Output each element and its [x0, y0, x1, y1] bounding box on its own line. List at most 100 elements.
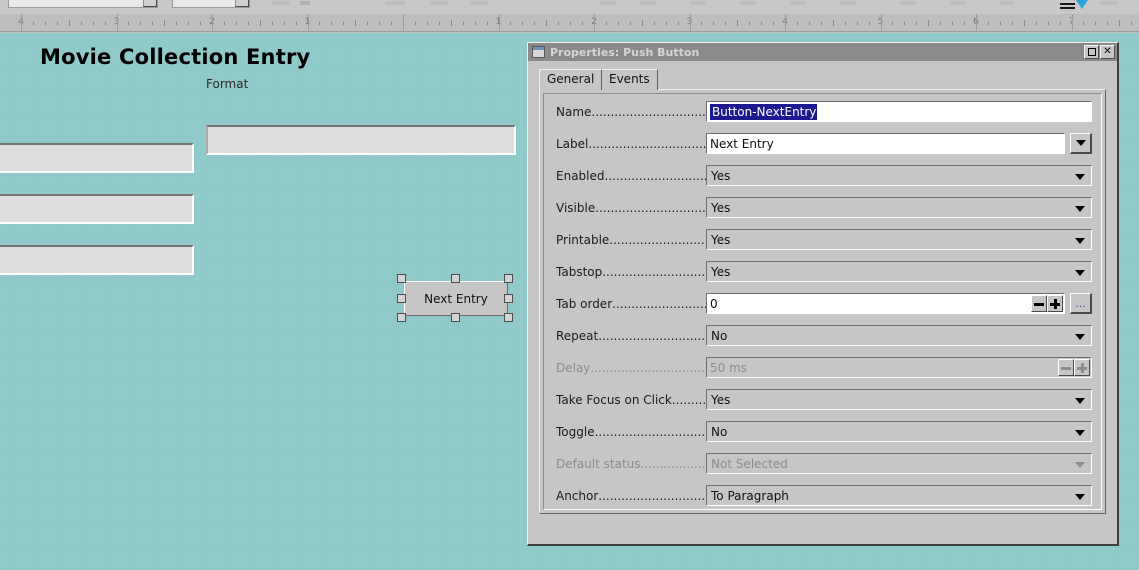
ruler-tick [56, 22, 58, 25]
spinner-increment-button[interactable] [1047, 295, 1063, 312]
toolbar-icon-ghost[interactable] [385, 1, 405, 5]
ruler-tick [414, 22, 416, 25]
chevron-down-icon[interactable] [1075, 397, 1085, 404]
field-left-3[interactable] [0, 245, 194, 275]
toolbar-icon-ghost[interactable] [900, 1, 916, 5]
property-input-label[interactable]: Next Entry [706, 133, 1065, 154]
ruler-tick [940, 22, 942, 25]
property-label-leader: .............................. [609, 232, 706, 247]
property-field-cell: Button-NextEntry [706, 101, 1092, 122]
ruler-tick [200, 22, 202, 25]
chevron-down-icon[interactable] [1075, 429, 1085, 436]
toolbar-icon-ghost[interactable] [300, 1, 310, 5]
ruler-tick [713, 22, 715, 25]
screen: 43211234567 Movie Collection Entry Forma… [0, 0, 1139, 570]
property-input-repeat[interactable]: No [706, 325, 1092, 346]
property-input-tab-order[interactable]: 0 [706, 293, 1065, 314]
ruler-tick [379, 22, 381, 25]
toolbar-icon-ghost[interactable] [272, 1, 290, 5]
label-dropdown-button[interactable] [1070, 133, 1092, 154]
property-field-cell: Yes [706, 261, 1092, 282]
push-button-next-entry[interactable]: Next Entry [404, 281, 508, 316]
ruler-tick [235, 22, 237, 25]
chevron-down-icon[interactable] [1075, 269, 1085, 276]
property-row-default-status: Default status.....................Not S… [556, 453, 1092, 474]
close-button[interactable]: ✕ [1100, 45, 1115, 59]
chevron-down-icon[interactable] [1075, 333, 1085, 340]
field-left-2[interactable] [0, 194, 194, 224]
field-left-1[interactable] [0, 143, 194, 173]
chevron-down-icon [1075, 140, 1086, 146]
property-field-cell: Not Selected [706, 453, 1092, 474]
resize-handle-n[interactable] [451, 274, 460, 283]
horizontal-ruler[interactable]: 43211234567 [0, 14, 1139, 32]
resize-handle-se[interactable] [504, 313, 513, 322]
chevron-down-icon[interactable] [1075, 493, 1085, 500]
property-label-text: Tabstop [556, 264, 603, 279]
property-input-toggle[interactable]: No [706, 421, 1092, 442]
toolbar-icon-ghost[interactable] [1000, 1, 1014, 5]
property-input-visible[interactable]: Yes [706, 197, 1092, 218]
chevron-down-icon[interactable] [1075, 205, 1085, 212]
resize-handle-sw[interactable] [397, 313, 406, 322]
toolbar-icon-ghost[interactable] [470, 1, 488, 5]
dialog-titlebar[interactable]: Properties: Push Button ✕ [528, 43, 1117, 61]
toolbar-icon-ghost[interactable] [640, 1, 656, 5]
property-label-text: Label [556, 136, 589, 151]
resize-handle-s[interactable] [451, 313, 460, 322]
property-row-tabstop: Tabstop...............................Ye… [556, 261, 1092, 282]
ruler-tick [796, 22, 798, 25]
ruler-tick [319, 22, 321, 25]
field-format[interactable] [206, 125, 516, 155]
toolbar-icon-ghost[interactable] [740, 1, 756, 5]
ruler-tick [486, 22, 488, 25]
resize-handle-nw[interactable] [397, 274, 406, 283]
property-row-toggle: Toggle.................................N… [556, 421, 1092, 442]
maximize-button[interactable] [1084, 45, 1099, 59]
toolbar-icon-ghost[interactable] [430, 1, 448, 5]
ruler-tick [832, 20, 834, 26]
property-input-enabled[interactable]: Yes [706, 165, 1092, 186]
tab-events[interactable]: Events [601, 69, 658, 90]
property-input-printable[interactable]: Yes [706, 229, 1092, 250]
property-label-text: Toggle [556, 424, 595, 439]
toolbar-icon-ghost[interactable] [690, 1, 706, 5]
ruler-tick [355, 20, 357, 26]
property-label-enabled: Enabled............................... [556, 169, 706, 183]
ruler-tick [653, 22, 655, 25]
ruler-tick [32, 22, 34, 25]
ruler-tick [892, 22, 894, 25]
toolbar-font-combo[interactable] [172, 0, 250, 8]
resize-handle-ne[interactable] [504, 274, 513, 283]
resize-handle-e[interactable] [504, 294, 513, 303]
ruler-tick [534, 22, 536, 25]
chevron-down-icon[interactable] [1075, 173, 1085, 180]
property-field-cell: To Paragraph [706, 485, 1092, 506]
property-input-tabstop[interactable]: Yes [706, 261, 1092, 282]
spinner-decrement-button[interactable] [1031, 295, 1047, 312]
property-field-cell: No [706, 421, 1092, 442]
ruler-tick [665, 22, 667, 25]
property-label-leader: ................................ [598, 488, 706, 503]
toolbar-icon-ghost[interactable] [790, 1, 806, 5]
property-label-leader: ................................. [594, 424, 706, 439]
property-input-anchor[interactable]: To Paragraph [706, 485, 1092, 506]
property-input-take-focus-on-click[interactable]: Yes [706, 389, 1092, 410]
toolbar-icon-ghost[interactable] [840, 1, 856, 5]
tab-general[interactable]: General [539, 69, 603, 90]
toolbar-icon-ghost[interactable] [1100, 1, 1118, 5]
toolbar-icon-ghost[interactable] [950, 1, 966, 5]
resize-handle-w[interactable] [397, 294, 406, 303]
property-input-name[interactable]: Button-NextEntry [706, 101, 1092, 122]
property-field-cell: No [706, 325, 1092, 346]
ruler-tick [391, 22, 393, 25]
chevron-down-icon[interactable] [1075, 237, 1085, 244]
chevron-down-icon[interactable] [143, 0, 157, 7]
ruler-tick [987, 22, 989, 25]
tab-order-browse-button[interactable]: ... [1070, 293, 1092, 314]
properties-dialog[interactable]: Properties: Push Button ✕ General Events… [527, 42, 1119, 546]
toolbar-icon-ghost[interactable] [600, 1, 616, 5]
chevron-down-icon[interactable] [235, 0, 249, 7]
text-direction-down-icon[interactable] [1060, 0, 1090, 13]
toolbar-style-combo[interactable] [8, 0, 158, 8]
